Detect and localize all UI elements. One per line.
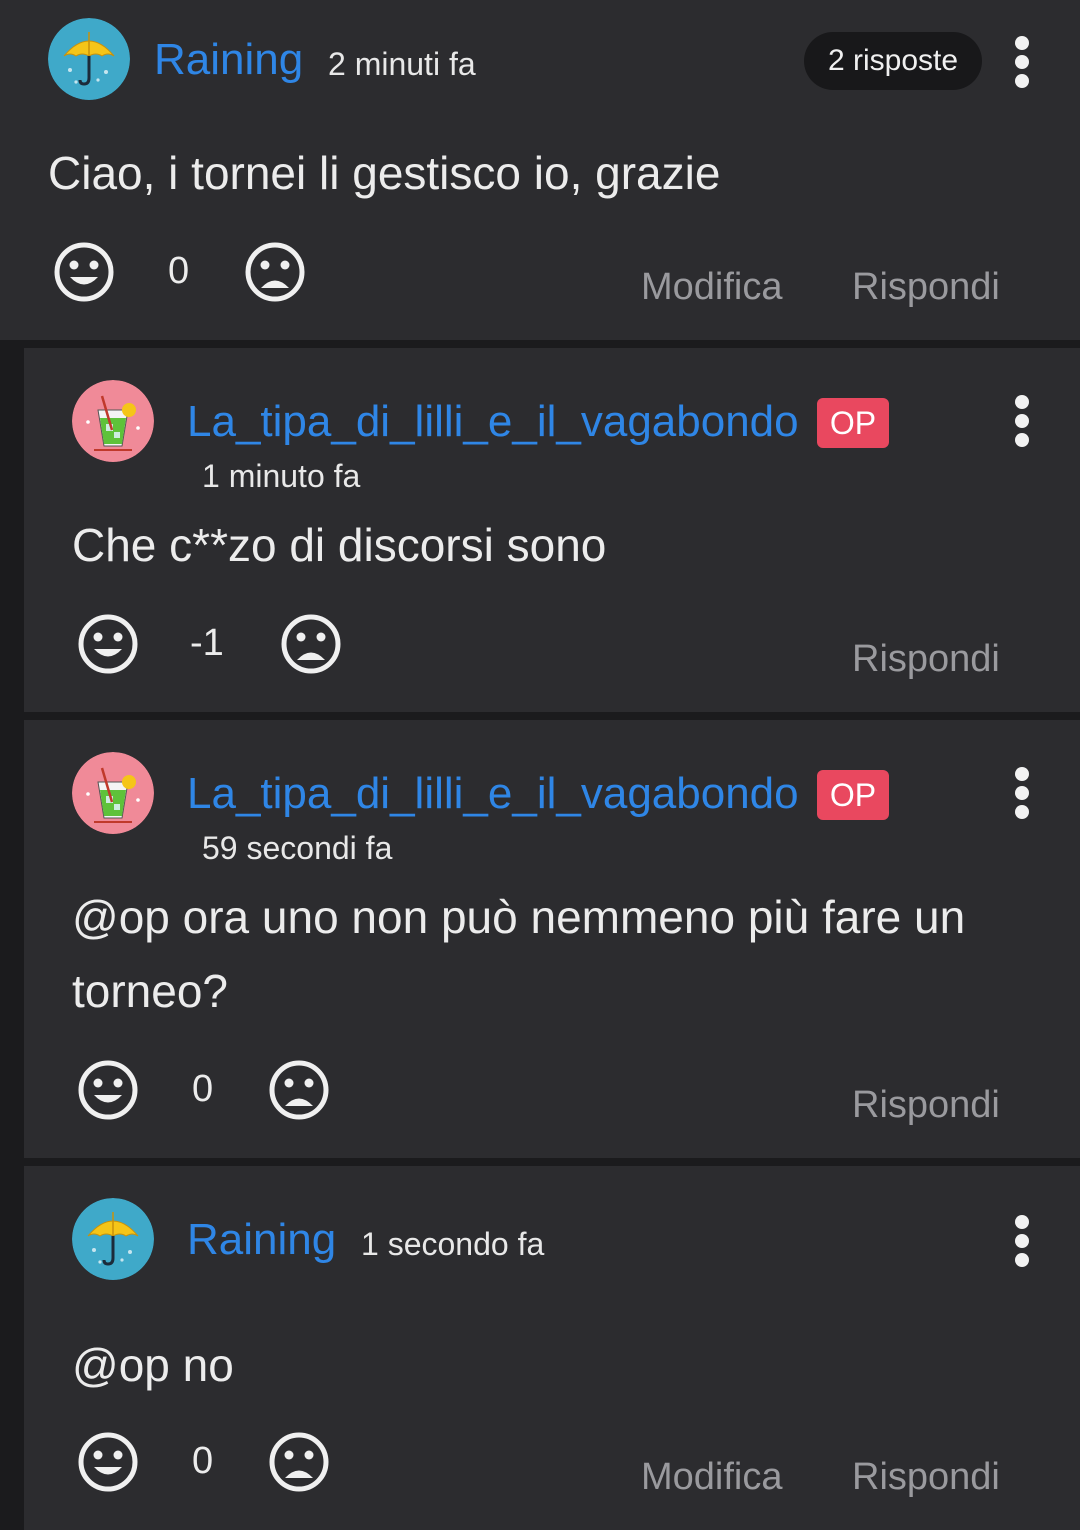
- reply-button[interactable]: Rispondi: [852, 640, 1000, 678]
- kebab-menu-icon[interactable]: [1012, 395, 1032, 447]
- comment-timestamp: 59 secondi fa: [202, 830, 393, 866]
- username-link[interactable]: Raining: [187, 1218, 336, 1262]
- username-link[interactable]: La_tipa_di_lilli_e_il_vagabondo: [187, 400, 799, 444]
- kebab-menu-icon[interactable]: [1012, 36, 1032, 88]
- comment-timestamp: 1 minuto fa: [202, 458, 361, 494]
- vote-score: 0: [192, 1440, 214, 1482]
- cocktail-icon: [72, 380, 154, 462]
- comment-timestamp: 2 minuti fa: [328, 46, 476, 82]
- reply-card: La_tipa_di_lilli_e_il_vagabondo OP 59 se…: [24, 720, 1080, 1158]
- op-badge: OP: [817, 398, 889, 448]
- sad-face-icon[interactable]: [279, 612, 343, 676]
- avatar[interactable]: [48, 18, 130, 100]
- comment-text: @op ora uno non può nemmeno più fare un …: [72, 891, 966, 1017]
- edit-button[interactable]: Modifica: [641, 1458, 783, 1496]
- replies-count-badge[interactable]: 2 risposte: [804, 32, 983, 90]
- avatar[interactable]: [72, 752, 154, 834]
- sad-face-icon[interactable]: [267, 1058, 331, 1122]
- vote-score: -1: [190, 622, 224, 664]
- avatar[interactable]: [72, 1198, 154, 1280]
- avatar[interactable]: [72, 380, 154, 462]
- reply-card: Raining 1 secondo fa @op no 0 Modifica R…: [24, 1166, 1080, 1530]
- op-badge: OP: [817, 770, 889, 820]
- reply-button[interactable]: Rispondi: [852, 1086, 1000, 1124]
- reply-button[interactable]: Rispondi: [852, 1458, 1000, 1496]
- comment-text: Ciao, i tornei li gestisco io, grazie: [48, 147, 721, 199]
- comment-text: @op no: [72, 1339, 234, 1391]
- comment-card: Raining 2 minuti fa 2 risposte Ciao, i t…: [0, 0, 1080, 340]
- umbrella-icon: [48, 18, 130, 100]
- smile-face-icon[interactable]: [52, 240, 116, 304]
- smile-face-icon[interactable]: [76, 1058, 140, 1122]
- edit-button[interactable]: Modifica: [641, 268, 783, 306]
- smile-face-icon[interactable]: [76, 1430, 140, 1494]
- kebab-menu-icon[interactable]: [1012, 767, 1032, 819]
- comment-text: Che c**zo di discorsi sono: [72, 519, 607, 571]
- comment-timestamp: 1 secondo fa: [361, 1226, 545, 1262]
- kebab-menu-icon[interactable]: [1012, 1215, 1032, 1267]
- reply-card: La_tipa_di_lilli_e_il_vagabondo OP 1 min…: [24, 348, 1080, 712]
- vote-score: 0: [192, 1068, 214, 1110]
- sad-face-icon[interactable]: [243, 240, 307, 304]
- username-link[interactable]: La_tipa_di_lilli_e_il_vagabondo: [187, 772, 799, 816]
- username-link[interactable]: Raining: [154, 38, 303, 82]
- reply-button[interactable]: Rispondi: [852, 268, 1000, 306]
- sad-face-icon[interactable]: [267, 1430, 331, 1494]
- smile-face-icon[interactable]: [76, 612, 140, 676]
- vote-score: 0: [168, 250, 190, 292]
- umbrella-icon: [72, 1198, 154, 1280]
- cocktail-icon: [72, 752, 154, 834]
